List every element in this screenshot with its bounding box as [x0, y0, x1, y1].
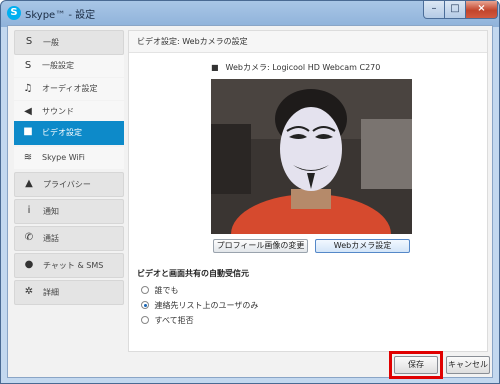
- change-profile-picture-button[interactable]: プロフィール画像の変更: [213, 239, 308, 253]
- sidebar-item-label: ビデオ設定: [42, 128, 82, 137]
- info-icon: i: [27, 205, 31, 216]
- sidebar-item-label: 通知: [43, 207, 59, 216]
- video-settings-panel: ビデオ設定: Webカメラの設定 ■ Webカメラ: Logicool HD W…: [128, 30, 488, 352]
- panel-heading: ビデオ設定: Webカメラの設定: [129, 31, 487, 53]
- webcam-name: Logicool HD Webcam C270: [272, 63, 381, 72]
- sidebar-item-skype-wifi[interactable]: ≋ Skype WiFi: [14, 147, 124, 169]
- sidebar-item-label: 通話: [43, 234, 59, 243]
- radio-button-icon[interactable]: [141, 316, 149, 324]
- webcam-settings-button[interactable]: Webカメラ設定: [315, 239, 410, 253]
- sidebar-item-label: Skype WiFi: [42, 153, 85, 162]
- sidebar-item-chat-sms[interactable]: ● チャット & SMS: [14, 253, 124, 278]
- radio-label: 誰でも: [154, 286, 179, 295]
- sidebar-item-label: プライバシー: [43, 180, 91, 189]
- sidebar-item-general[interactable]: S 一般: [14, 30, 124, 55]
- wifi-icon: ≋: [23, 152, 33, 163]
- sidebar-item-calls[interactable]: ✆ 通話: [14, 226, 124, 251]
- radio-label: 連絡先リスト上のユーザのみ: [154, 301, 259, 310]
- sidebar-item-video[interactable]: ■ ビデオ設定: [14, 121, 124, 145]
- cancel-button[interactable]: キャンセル: [446, 356, 490, 374]
- lock-icon: ▲: [25, 178, 33, 189]
- radio-anyone[interactable]: 誰でも: [141, 285, 179, 296]
- sidebar-item-label: オーディオ設定: [42, 84, 98, 93]
- video-camera-icon: ■: [23, 126, 33, 137]
- window-title: Skype™ - 設定: [25, 10, 96, 21]
- speaker-icon: ◀: [24, 106, 32, 117]
- sidebar-item-label: 詳細: [43, 288, 59, 297]
- maximize-button[interactable]: □: [444, 1, 466, 19]
- webcam-info: ■ Webカメラ: Logicool HD Webcam C270: [211, 62, 380, 73]
- radio-button-icon[interactable]: [141, 286, 149, 294]
- sidebar-item-notifications[interactable]: i 通知: [14, 199, 124, 224]
- gear-icon: ✲: [24, 286, 34, 297]
- skype-icon: S: [25, 36, 33, 47]
- webcam-preview: [211, 79, 412, 234]
- phone-icon: ✆: [24, 232, 34, 243]
- sidebar-item-general-settings[interactable]: S 一般設定: [14, 55, 124, 77]
- chat-icon: ●: [24, 259, 34, 270]
- sidebar-item-advanced[interactable]: ✲ 詳細: [14, 280, 124, 305]
- close-button[interactable]: ×: [465, 1, 498, 19]
- skype-icon: S: [24, 60, 32, 71]
- sidebar-item-privacy[interactable]: ▲ プライバシー: [14, 172, 124, 197]
- title-bar[interactable]: S Skype™ - 設定 – □ ×: [1, 1, 499, 25]
- sidebar-item-audio[interactable]: ♫ オーディオ設定: [14, 78, 124, 100]
- sidebar-item-label: サウンド: [42, 107, 74, 116]
- save-button[interactable]: 保存: [394, 356, 438, 374]
- radio-label: すべて拒否: [154, 316, 194, 325]
- sidebar-item-label: チャット & SMS: [43, 261, 104, 270]
- webcam-label: Webカメラ:: [225, 63, 270, 72]
- radio-reject-all[interactable]: すべて拒否: [141, 315, 194, 326]
- video-camera-icon: ■: [211, 63, 219, 72]
- webcam-preview-image: [211, 79, 412, 234]
- sidebar-item-label: 一般設定: [42, 61, 74, 70]
- skype-icon: S: [7, 6, 21, 20]
- radio-button-selected-icon[interactable]: [141, 301, 149, 309]
- settings-client-area: S 一般 S 一般設定 ♫ オーディオ設定 ◀ サウンド ■ ビデオ設定 ≋ S…: [7, 25, 493, 379]
- sidebar: S 一般 S 一般設定 ♫ オーディオ設定 ◀ サウンド ■ ビデオ設定 ≋ S…: [8, 26, 124, 326]
- headset-icon: ♫: [23, 83, 33, 94]
- auto-receive-title: ビデオと画面共有の自動受信元: [137, 269, 249, 278]
- sidebar-item-sound[interactable]: ◀ サウンド: [14, 101, 124, 123]
- sidebar-item-label: 一般: [43, 38, 59, 47]
- radio-contacts-only[interactable]: 連絡先リスト上のユーザのみ: [141, 300, 258, 311]
- minimize-button[interactable]: –: [423, 1, 445, 19]
- settings-window: S Skype™ - 設定 – □ × S 一般 S 一般設定 ♫ オーディオ設…: [0, 0, 500, 384]
